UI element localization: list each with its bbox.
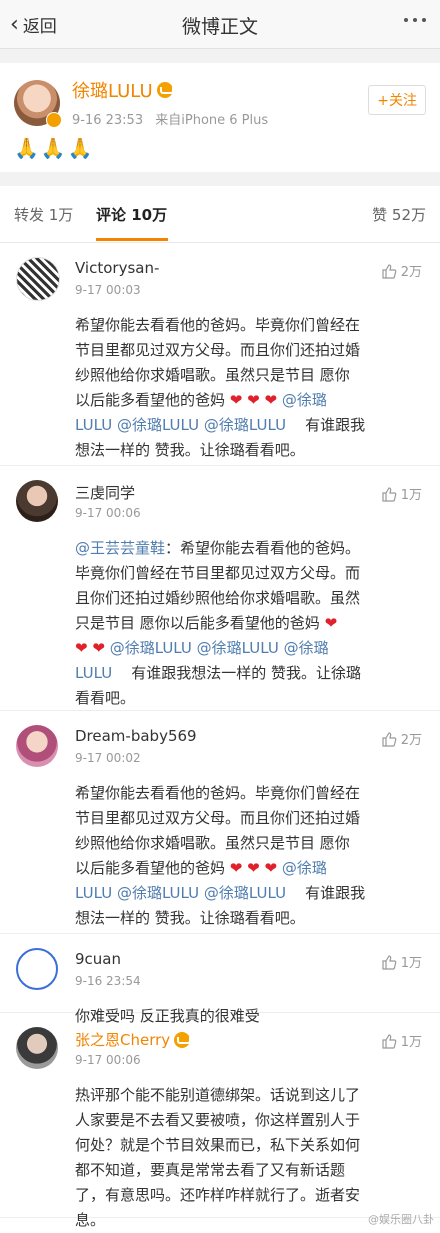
commenter-name[interactable]: 三虔同学 [75,482,135,503]
tab-likes[interactable]: 赞 52万 [372,204,426,225]
commenter-avatar[interactable] [16,1027,58,1069]
comment-text: 希望你能去看看他的爸妈。毕竟你们曾经在 节目里都见过双方父母。而且你们还拍过婚 纱照… [75,784,366,927]
more-options-icon[interactable] [404,18,426,22]
comment-like-button[interactable]: 1万 [381,484,422,503]
comment-item: Dream-baby569 9-17 00:02 2万希望你能去看看他的爸妈。毕竟你… [0,711,440,934]
comment-like-count: 1万 [400,488,422,503]
comment-like-count: 1万 [400,956,422,971]
commenter-name[interactable]: Dream-baby569 [75,727,197,745]
post-text: 🙏🙏🙏 [14,136,95,160]
mention-link[interactable]: LULU @徐璐LULU @徐璐LULU [75,884,286,902]
mention-link[interactable]: @徐璐LULU @徐璐LULU @徐璐 [110,639,329,657]
heart-icon: ❤ [92,639,105,657]
plus-icon: + [377,93,389,109]
page-title: 微博正文 [181,16,258,38]
thumbs-up-icon [382,263,397,279]
watermark: @娱乐圈八卦 [368,1213,434,1226]
comment-item: 9cuan 9-16 23:54 1万 你难受吗 反正我真的很难受 [0,934,440,1025]
commenter-name[interactable]: 张之恩Cherry [75,1029,192,1050]
comment-like-button[interactable]: 1万 [381,952,422,971]
commenter-avatar[interactable] [16,480,58,522]
mention-link[interactable]: @王芸芸童鞋 [75,539,165,557]
follow-button[interactable]: +关注 [368,85,426,115]
mention-link[interactable]: @徐璐 [282,859,327,877]
comment-list: Victorysan- 9-17 00:03 2万 希望你能去看看他的爸妈。毕竟你们曾… [0,243,440,1229]
weibo-post: 徐璐LULU 9-16 23:53 来自iPhone 6 Plus +关注 🙏🙏… [0,63,440,172]
thumbs-up-icon [382,486,397,502]
comment-time: 9-17 00:02 [75,751,141,765]
comment-item: Victorysan- 9-17 00:03 2万希望你能去看看他的爸妈。毕竟你们曾… [0,243,440,466]
comment-like-count: 1万 [400,1035,422,1050]
post-meta-line: 9-16 23:53 来自iPhone 6 Plus [72,109,268,128]
heart-icon: ❤ [264,391,278,409]
heart-icon: ❤ [75,639,88,657]
crown-badge-icon [174,1031,192,1048]
commenter-avatar[interactable] [16,257,60,301]
nav-bar: ‹ 返回 微博正文 [0,0,440,49]
heart-icon: ❤ [229,859,243,877]
post-author-name[interactable]: 徐璐LULU [72,77,268,103]
crown-badge-icon [156,82,174,98]
comment-text: 热评那个能不能别道德绑架。话说到这儿了 人家要是不去看又要被喷，你这样置别人于 何处… [75,1086,361,1229]
thumbs-up-icon [382,954,397,970]
active-tab-indicator [96,238,168,241]
post-time: 9-16 23:53 [72,113,144,128]
comment-like-button[interactable]: 2万 [381,261,422,280]
comment-like-button[interactable]: 1万 [381,1031,422,1050]
thumbs-up-icon [382,1033,397,1049]
comment-text: @王芸芸童鞋：希望你能去看看他的爸妈。 毕竟你们曾经在节目里都见过双方父母。而 且你… [75,539,362,707]
section-gap [0,49,440,63]
commenter-avatar[interactable] [16,725,58,767]
mention-link[interactable]: @徐璐 [282,391,327,409]
heart-icon: ❤ [247,391,260,409]
thumbs-up-icon [382,731,397,747]
comment-time: 9-17 00:06 [75,1053,141,1067]
comment-time: 9-17 00:06 [75,506,141,520]
comment-item: 三虔同学 9-17 00:06 1万 @王芸芸童鞋：希望你能去看看他的爸妈。 毕竟你们曾… [0,466,440,711]
heart-icon: ❤ [324,614,338,632]
comment-like-button[interactable]: 2万 [381,729,422,748]
tab-repost[interactable]: 转发 1万 [14,204,73,225]
commenter-name[interactable]: Victorysan- [75,259,159,277]
verified-badge-icon [46,111,62,128]
post-author-avatar[interactable] [14,79,62,128]
commenter-name[interactable]: 9cuan [75,950,121,968]
post-author-label: 徐璐LULU [72,81,153,102]
follow-label: 关注 [389,93,417,109]
comment-like-count: 2万 [400,733,422,748]
comment-item: 张之恩Cherry 9-17 00:06 1万热评那个能不能别道德绑架。话说到这儿了… [0,1013,440,1229]
tab-comments[interactable]: 评论 10万 [96,204,167,225]
heart-icon: ❤ [229,391,243,409]
section-gap [0,172,440,186]
heart-icon: ❤ [264,859,278,877]
commenter-avatar[interactable] [16,948,58,990]
mention-link[interactable]: LULU @徐璐LULU @徐璐LULU [75,416,286,434]
interaction-tabs: 转发 1万 评论 10万 赞 52万 [0,186,440,243]
post-source: 来自iPhone 6 Plus [155,113,269,128]
mention-link[interactable]: LULU [75,664,112,682]
comment-text: 希望你能去看看他的爸妈。毕竟你们曾经在 节目里都见过双方父母。而且你们还拍过婚 纱照… [75,316,366,459]
comment-time: 9-17 00:03 [75,283,141,297]
heart-icon: ❤ [247,859,260,877]
comment-time: 9-16 23:54 [75,974,141,988]
comment-like-count: 2万 [400,265,422,280]
